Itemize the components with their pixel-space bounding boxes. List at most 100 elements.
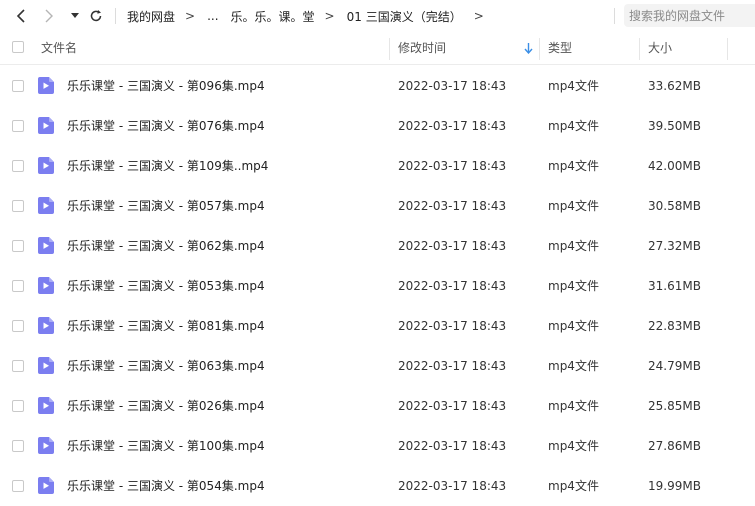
file-type: mp4文件	[548, 159, 599, 173]
row-checkbox[interactable]	[12, 400, 24, 412]
video-file-icon	[38, 357, 54, 374]
video-file-icon	[38, 277, 54, 294]
chevron-right-icon	[45, 9, 53, 23]
file-type: mp4文件	[548, 319, 599, 333]
file-type: mp4文件	[548, 359, 599, 373]
table-row[interactable]: 乐乐课堂 - 三国演义 - 第053集.mp4 2022-03-17 18:43 m…	[0, 266, 755, 306]
refresh-button[interactable]	[86, 0, 106, 32]
row-checkbox[interactable]	[12, 120, 24, 132]
column-divider[interactable]	[727, 38, 728, 60]
breadcrumb: 我的网盘 > ... 乐。乐。课。堂 > 01 三国演义（完结） >	[127, 0, 484, 32]
table-row[interactable]: 乐乐课堂 - 三国演义 - 第081集.mp4 2022-03-17 18:43 m…	[0, 306, 755, 346]
file-modified-time: 2022-03-17 18:43	[398, 439, 507, 453]
video-file-icon	[38, 117, 54, 134]
chevron-left-icon	[16, 9, 25, 23]
file-size: 19.99MB	[648, 479, 701, 493]
file-type: mp4文件	[548, 439, 599, 453]
breadcrumb-item-root[interactable]: 我的网盘	[127, 8, 175, 25]
file-type: mp4文件	[548, 239, 599, 253]
breadcrumb-separator: >	[473, 9, 484, 23]
file-type: mp4文件	[548, 479, 599, 493]
history-dropdown-button[interactable]	[66, 0, 84, 32]
table-row[interactable]: 乐乐课堂 - 三国演义 - 第026集.mp4 2022-03-17 18:43 m…	[0, 386, 755, 426]
breadcrumb-separator: >	[324, 9, 335, 23]
file-name[interactable]: 乐乐课堂 - 三国演义 - 第062集.mp4	[67, 226, 265, 266]
table-row[interactable]: 乐乐课堂 - 三国演义 - 第096集.mp4 2022-03-17 18:43 m…	[0, 66, 755, 106]
row-checkbox[interactable]	[12, 360, 24, 372]
video-file-icon	[38, 197, 54, 214]
search-input[interactable]	[624, 4, 754, 27]
table-row[interactable]: 乐乐课堂 - 三国演义 - 第062集.mp4 2022-03-17 18:43 m…	[0, 226, 755, 266]
video-file-icon	[38, 157, 54, 174]
table-row[interactable]: 乐乐课堂 - 三国演义 - 第057集.mp4 2022-03-17 18:43 m…	[0, 186, 755, 226]
column-divider[interactable]	[639, 38, 640, 60]
breadcrumb-item-current[interactable]: 01 三国演义（完结）	[347, 8, 462, 25]
file-name[interactable]: 乐乐课堂 - 三国演义 - 第054集.mp4	[67, 466, 265, 506]
file-size: 27.86MB	[648, 439, 701, 453]
video-file-icon	[38, 317, 54, 334]
file-size: 31.61MB	[648, 279, 701, 293]
search-box	[624, 4, 755, 27]
breadcrumb-item-parent[interactable]: 乐。乐。课。堂	[231, 8, 315, 25]
file-name[interactable]: 乐乐课堂 - 三国演义 - 第096集.mp4	[67, 66, 265, 106]
sort-descending-icon[interactable]	[524, 43, 533, 54]
table-row[interactable]: 乐乐课堂 - 三国演义 - 第054集.mp4 2022-03-17 18:43 m…	[0, 466, 755, 506]
column-divider[interactable]	[539, 38, 540, 60]
file-modified-time: 2022-03-17 18:43	[398, 79, 507, 93]
file-size: 30.58MB	[648, 199, 701, 213]
file-name[interactable]: 乐乐课堂 - 三国演义 - 第063集.mp4	[67, 346, 265, 386]
table-header: 文件名 修改时间 类型 大小	[0, 33, 755, 65]
file-modified-time: 2022-03-17 18:43	[398, 359, 507, 373]
file-modified-time: 2022-03-17 18:43	[398, 159, 507, 173]
breadcrumb-separator: >	[185, 9, 196, 23]
row-checkbox[interactable]	[12, 480, 24, 492]
table-row[interactable]: 乐乐课堂 - 三国演义 - 第063集.mp4 2022-03-17 18:43 m…	[0, 346, 755, 386]
forward-button[interactable]	[38, 0, 60, 32]
file-name[interactable]: 乐乐课堂 - 三国演义 - 第057集.mp4	[67, 186, 265, 226]
file-size: 33.62MB	[648, 79, 701, 93]
file-name[interactable]: 乐乐课堂 - 三国演义 - 第109集..mp4	[67, 146, 268, 186]
column-header-modified[interactable]: 修改时间	[398, 33, 446, 64]
row-checkbox[interactable]	[12, 80, 24, 92]
toolbar-divider	[115, 8, 116, 24]
row-checkbox[interactable]	[12, 440, 24, 452]
row-checkbox[interactable]	[12, 320, 24, 332]
refresh-icon	[90, 10, 102, 22]
top-toolbar: 我的网盘 > ... 乐。乐。课。堂 > 01 三国演义（完结） >	[0, 0, 755, 32]
file-modified-time: 2022-03-17 18:43	[398, 479, 507, 493]
breadcrumb-item-ellipsis[interactable]: ...	[207, 9, 218, 23]
file-size: 24.79MB	[648, 359, 701, 373]
column-header-size[interactable]: 大小	[648, 33, 672, 64]
file-modified-time: 2022-03-17 18:43	[398, 199, 507, 213]
select-all-checkbox[interactable]	[12, 41, 24, 53]
file-size: 25.85MB	[648, 399, 701, 413]
video-file-icon	[38, 237, 54, 254]
file-modified-time: 2022-03-17 18:43	[398, 279, 507, 293]
file-name[interactable]: 乐乐课堂 - 三国演义 - 第081集.mp4	[67, 306, 265, 346]
table-row[interactable]: 乐乐课堂 - 三国演义 - 第100集.mp4 2022-03-17 18:43 m…	[0, 426, 755, 466]
file-size: 27.32MB	[648, 239, 701, 253]
video-file-icon	[38, 477, 54, 494]
table-row[interactable]: 乐乐课堂 - 三国演义 - 第109集..mp4 2022-03-17 18:43…	[0, 146, 755, 186]
file-modified-time: 2022-03-17 18:43	[398, 399, 507, 413]
file-type: mp4文件	[548, 119, 599, 133]
back-button[interactable]	[10, 0, 32, 32]
file-name[interactable]: 乐乐课堂 - 三国演义 - 第076集.mp4	[67, 106, 265, 146]
file-name[interactable]: 乐乐课堂 - 三国演义 - 第100集.mp4	[67, 426, 265, 466]
toolbar-divider	[614, 8, 615, 24]
file-size: 42.00MB	[648, 159, 701, 173]
table-row[interactable]: 乐乐课堂 - 三国演义 - 第076集.mp4 2022-03-17 18:43 m…	[0, 106, 755, 146]
video-file-icon	[38, 397, 54, 414]
file-size: 22.83MB	[648, 319, 701, 333]
column-divider[interactable]	[389, 38, 390, 60]
file-name[interactable]: 乐乐课堂 - 三国演义 - 第026集.mp4	[67, 386, 265, 426]
file-modified-time: 2022-03-17 18:43	[398, 319, 507, 333]
row-checkbox[interactable]	[12, 200, 24, 212]
column-header-name[interactable]: 文件名	[41, 33, 77, 64]
file-modified-time: 2022-03-17 18:43	[398, 239, 507, 253]
row-checkbox[interactable]	[12, 240, 24, 252]
row-checkbox[interactable]	[12, 280, 24, 292]
file-name[interactable]: 乐乐课堂 - 三国演义 - 第053集.mp4	[67, 266, 265, 306]
row-checkbox[interactable]	[12, 160, 24, 172]
column-header-type[interactable]: 类型	[548, 33, 572, 64]
